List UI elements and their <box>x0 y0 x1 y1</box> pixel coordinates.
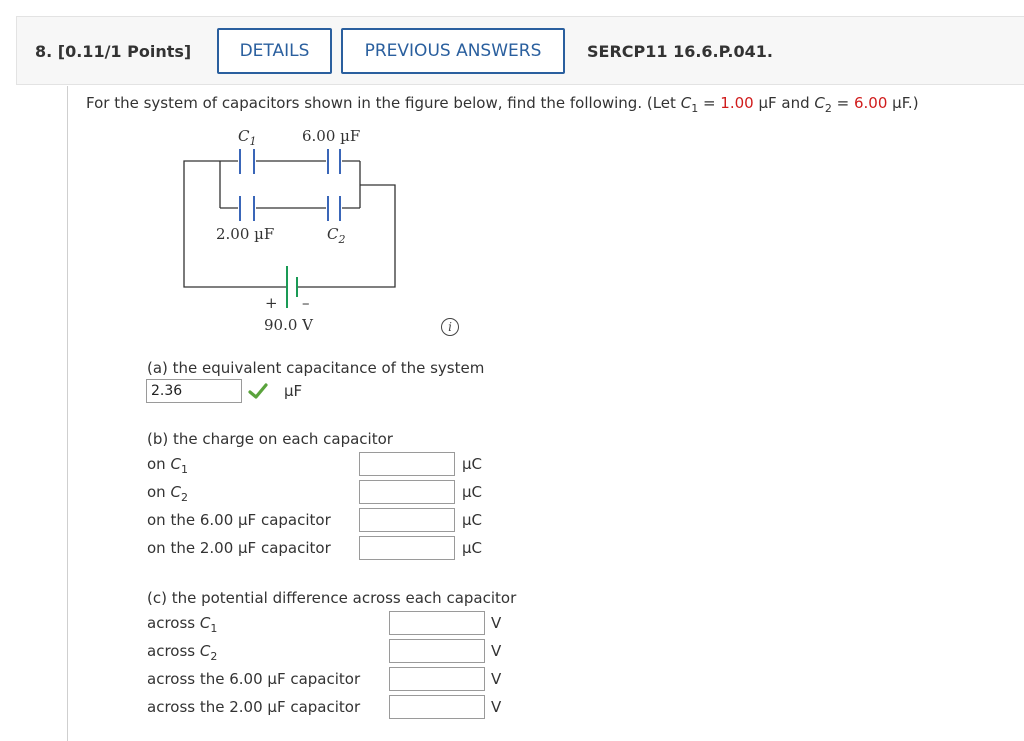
part-c-label-c1: across C1 <box>147 614 217 635</box>
part-b-label-c1: on C1 <box>147 455 188 476</box>
part-c-label-6uf: across the 6.00 µF capacitor <box>147 670 361 688</box>
part-b-input-c1[interactable] <box>359 452 455 476</box>
problem-code: SERCP11 16.6.P.041. <box>587 42 773 61</box>
part-b-label-prefix: on <box>147 483 171 501</box>
circuit-figure: C1 6.00 µF 2.00 µF C2 + – 90.0 V <box>180 124 420 339</box>
part-a-input[interactable] <box>146 379 242 403</box>
part-b-input-6uf[interactable] <box>359 508 455 532</box>
equals-sign: = <box>698 94 721 112</box>
part-b-label-subscript: 1 <box>180 463 188 476</box>
details-button[interactable]: DETAILS <box>217 28 332 74</box>
battery-plus: + <box>265 294 278 312</box>
part-c-unit: V <box>491 670 502 688</box>
label-2uf: 2.00 µF <box>216 225 275 243</box>
part-b-input-2uf[interactable] <box>359 536 455 560</box>
part-a-title: (a) the equivalent capacitance of the sy… <box>147 359 485 377</box>
correct-check-icon <box>248 383 268 399</box>
c1-symbol: C <box>680 94 692 112</box>
label-c1: C1 <box>238 127 256 148</box>
part-c-label-symbol: C <box>199 642 211 660</box>
label-c2-subscript: 2 <box>338 233 346 246</box>
part-b-label-6uf: on the 6.00 µF capacitor <box>147 511 331 529</box>
unit-and: µF and <box>753 94 815 112</box>
part-b-unit: µC <box>462 483 483 501</box>
equals-sign: = <box>831 94 854 112</box>
part-b-unit: µC <box>462 511 483 529</box>
question-number: 8. [0.11/1 Points] <box>35 42 192 61</box>
c2-symbol: C <box>814 94 825 112</box>
part-a-unit: µF <box>284 382 303 400</box>
part-b-input-c2[interactable] <box>359 480 455 504</box>
wire-left <box>183 160 286 288</box>
question-header: 8. [0.11/1 Points] DETAILS PREVIOUS ANSW… <box>16 16 1024 85</box>
part-c-unit: V <box>491 642 502 660</box>
part-b-label-2uf: on the 2.00 µF capacitor <box>147 539 331 557</box>
part-b-unit: µC <box>462 539 483 557</box>
part-c-label-prefix: across <box>147 642 200 660</box>
part-b-title: (b) the charge on each capacitor <box>147 430 393 448</box>
label-c2-symbol: C <box>327 225 339 243</box>
label-c2: C2 <box>327 225 345 246</box>
part-c-unit: V <box>491 698 502 716</box>
unit-close: µF.) <box>887 94 919 112</box>
part-b-label-subscript: 2 <box>180 491 188 504</box>
left-divider <box>67 86 68 741</box>
part-c-title: (c) the potential difference across each… <box>147 589 517 607</box>
part-c-input-c1[interactable] <box>389 611 485 635</box>
part-c-input-c2[interactable] <box>389 639 485 663</box>
question-prompt: For the system of capacitors shown in th… <box>86 94 919 115</box>
battery-minus: – <box>302 294 310 312</box>
label-c1-subscript: 1 <box>249 135 257 148</box>
label-6uf: 6.00 µF <box>302 127 361 145</box>
wire-right <box>298 184 396 288</box>
prompt-intro: For the system of capacitors shown in th… <box>86 94 681 112</box>
part-b-label-c2: on C2 <box>147 483 188 504</box>
part-b-unit: µC <box>462 455 483 473</box>
part-c-label-subscript: 2 <box>210 650 218 663</box>
info-icon[interactable]: i <box>441 318 459 336</box>
label-c1-symbol: C <box>238 127 250 145</box>
battery-voltage: 90.0 V <box>264 316 313 334</box>
c2-subscript: 2 <box>824 102 832 115</box>
part-c-label-2uf: across the 2.00 µF capacitor <box>147 698 361 716</box>
c2-value: 6.00 <box>854 94 888 112</box>
part-c-label-prefix: across <box>147 614 200 632</box>
part-c-input-2uf[interactable] <box>389 695 485 719</box>
part-c-input-6uf[interactable] <box>389 667 485 691</box>
part-c-label-symbol: C <box>199 614 211 632</box>
previous-answers-button[interactable]: PREVIOUS ANSWERS <box>341 28 565 74</box>
part-b-label-prefix: on <box>147 455 171 473</box>
c1-value: 1.00 <box>720 94 754 112</box>
part-b-label-symbol: C <box>170 455 181 473</box>
part-c-unit: V <box>491 614 502 632</box>
part-c-label-subscript: 1 <box>210 622 218 635</box>
part-c-label-c2: across C2 <box>147 642 217 663</box>
part-b-label-symbol: C <box>170 483 181 501</box>
